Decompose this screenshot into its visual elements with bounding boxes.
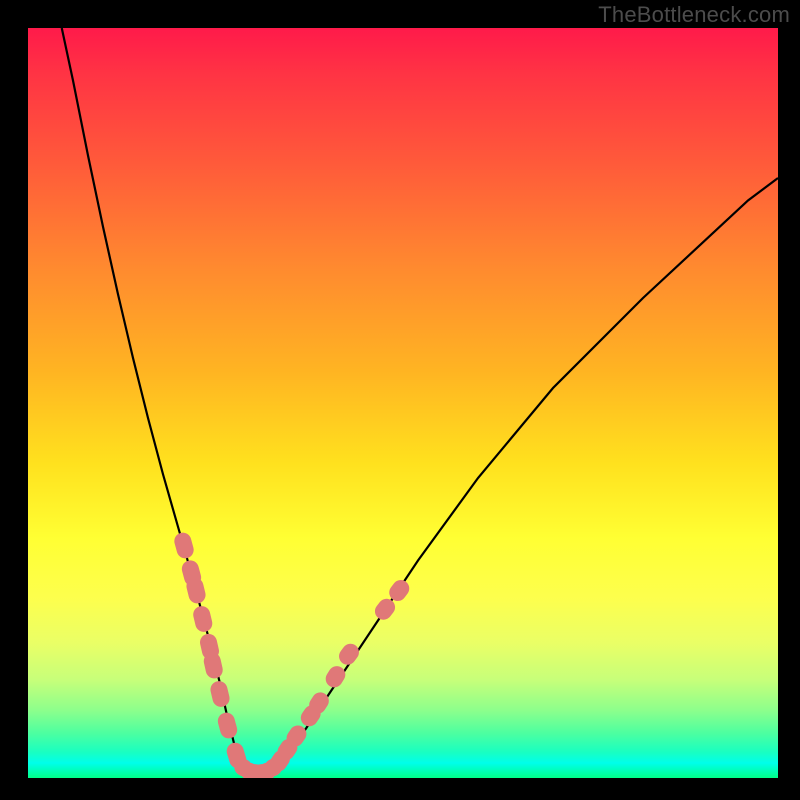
curve-marker: [322, 663, 348, 691]
curve-marker: [209, 679, 232, 708]
bottleneck-curve: [62, 28, 778, 773]
watermark-text: TheBottleneck.com: [598, 2, 790, 28]
plot-area: [28, 28, 778, 778]
curve-marker: [216, 711, 239, 741]
curve-marker: [336, 640, 363, 668]
curve-marker: [191, 604, 214, 633]
chart-svg: [28, 28, 778, 778]
curve-marker: [172, 531, 195, 561]
marker-group: [172, 531, 412, 778]
chart-frame: TheBottleneck.com: [0, 0, 800, 800]
